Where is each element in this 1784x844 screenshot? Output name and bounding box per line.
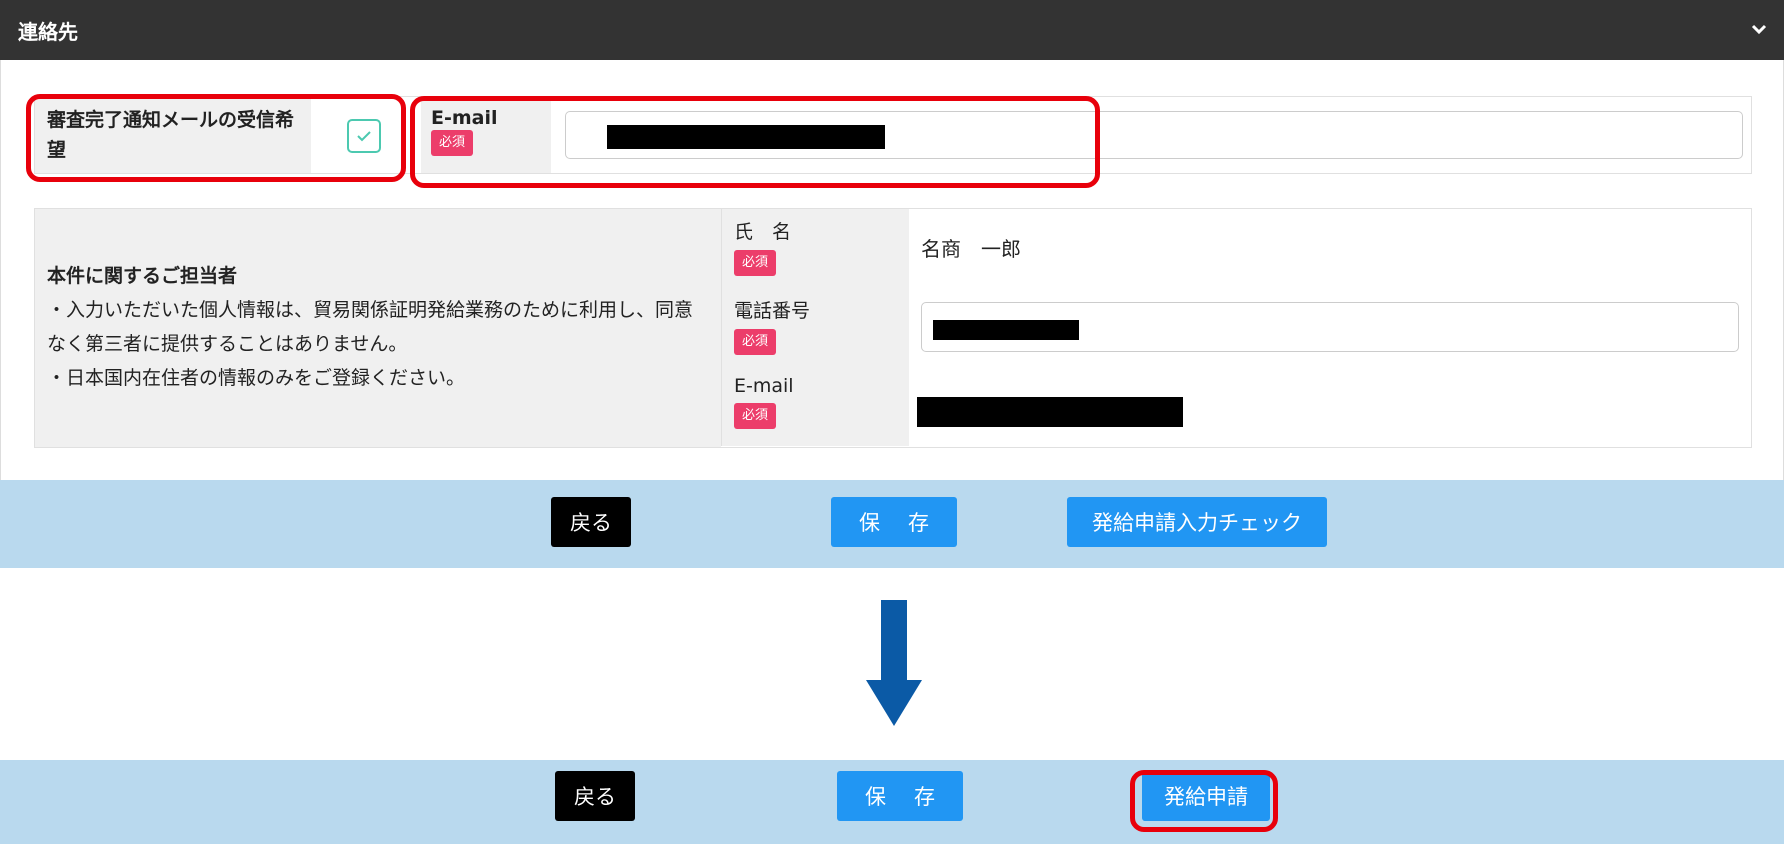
redacted-contact-email [917,397,1183,427]
required-badge: 必須 [734,250,777,276]
email-value-cell [909,367,1751,446]
highlight-email [410,96,1100,188]
required-badge: 必須 [734,403,777,429]
phone-label: 電話番号 [734,300,811,322]
panel-title: 連絡先 [18,20,78,44]
save-button[interactable]: 保存 [831,497,957,547]
phone-value-cell [909,288,1751,367]
contact-description: 本件に関するご担当者 ・入力いただいた個人情報は、貿易関係証明発給業務のために利… [35,209,721,447]
name-value: 名商 一郎 [921,237,1021,261]
chevron-down-icon[interactable] [1748,18,1770,40]
contact-row-phone: 電話番号 必須 [721,288,1751,367]
action-bar-before: 戻る 保存 発給申請入力チェック [0,480,1784,568]
contact-note-2: ・日本国内在住者の情報のみをご登録ください。 [47,367,466,389]
highlight-apply [1130,770,1278,832]
arrow-down-icon [866,600,922,726]
name-value-cell: 名商 一郎 [909,209,1751,288]
contact-row-label: 電話番号 必須 [721,288,909,367]
contact-table: 本件に関するご担当者 ・入力いただいた個人情報は、貿易関係証明発給業務のために利… [34,208,1752,448]
contact-row-label: 氏 名 必須 [721,209,909,288]
back-button[interactable]: 戻る [555,771,635,821]
required-badge: 必須 [734,329,777,355]
contact-row-name: 氏 名 必須 名商 一郎 [721,209,1751,288]
save-button[interactable]: 保存 [837,771,963,821]
panel-header[interactable]: 連絡先 [0,0,1784,60]
contact-row-label: E-mail 必須 [721,367,909,446]
input-check-button[interactable]: 発給申請入力チェック [1067,497,1327,547]
action-bar-after: 戻る 保存 発給申請 [0,760,1784,844]
redacted-phone [933,320,1079,340]
back-button[interactable]: 戻る [551,497,631,547]
contact-heading: 本件に関するご担当者 [47,265,238,287]
name-label: 氏 名 [734,221,792,243]
email-label: E-mail [734,375,794,397]
highlight-checkbox [26,94,406,182]
contact-row-email: E-mail 必須 [721,367,1751,446]
contact-note-1: ・入力いただいた個人情報は、貿易関係証明発給業務のために利用し、同意なく第三者に… [47,299,694,355]
